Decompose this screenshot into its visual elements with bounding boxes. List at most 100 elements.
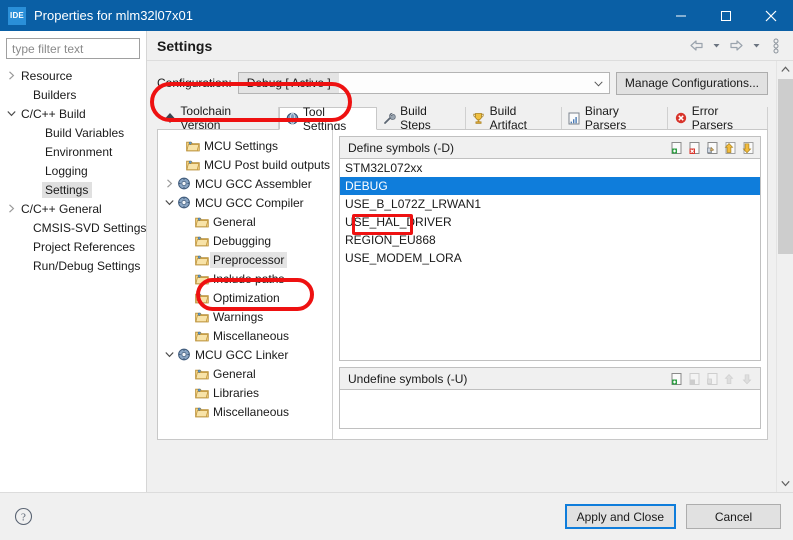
sidebar-item-build-variables[interactable]: Build Variables: [0, 123, 146, 142]
back-arrow-icon[interactable]: [687, 37, 705, 55]
tab-binary-parsers[interactable]: Binary Parsers: [561, 104, 669, 132]
filter-input[interactable]: [6, 38, 140, 59]
tab-build-artifact[interactable]: Build Artifact: [466, 104, 562, 132]
close-button[interactable]: [748, 0, 793, 31]
tool-tree-item-label: MCU GCC Compiler: [195, 195, 304, 210]
list-item[interactable]: STM32L072xx: [340, 159, 760, 177]
list-item[interactable]: USE_MODEM_LORA: [340, 249, 760, 267]
chevron-right-icon[interactable]: [4, 69, 18, 83]
trophy-icon: [472, 111, 485, 125]
scroll-down-button[interactable]: [777, 475, 793, 492]
tab-tool-settings[interactable]: Tool Settings: [278, 104, 377, 133]
back-menu-chevron-down-icon[interactable]: [707, 37, 725, 55]
sidebar-item-run-debug-settings[interactable]: Run/Debug Settings: [0, 256, 146, 275]
add-icon[interactable]: [668, 371, 683, 386]
tab-label: Tool Settings: [302, 104, 347, 133]
tool-tree-item-preprocessor[interactable]: Preprocessor: [158, 250, 332, 269]
folder-icon: [194, 367, 210, 381]
configuration-combo[interactable]: Debug [ Active ]: [237, 72, 610, 94]
settings-navigation-pane: Resource Builders C/C++ Build Build Variabl…: [0, 31, 147, 492]
list-item[interactable]: DEBUG: [340, 177, 760, 195]
sidebar-item-project-references[interactable]: Project References: [0, 237, 146, 256]
define-symbols-list[interactable]: STM32L072xx DEBUG USE_B_L072Z_LRWAN1 USE_HA…: [339, 158, 761, 361]
list-item-label: USE_B_L072Z_LRWAN1: [345, 197, 482, 211]
sidebar-item-label: Build Variables: [45, 125, 125, 140]
tool-tree-item-miscellaneous[interactable]: Miscellaneous: [158, 402, 332, 421]
tool-category-tree: MCU Settings MCU Post build outputs MCU GC…: [158, 130, 333, 439]
diamond-icon: [163, 111, 176, 125]
tool-tree-item-debugging[interactable]: Debugging: [158, 231, 332, 250]
add-icon[interactable]: [668, 140, 683, 155]
help-icon[interactable]: ?: [12, 506, 34, 528]
maximize-button[interactable]: [703, 0, 748, 31]
page-title: Settings: [157, 37, 213, 54]
tool-tree-item-miscellaneous[interactable]: Miscellaneous: [158, 326, 332, 345]
tool-tree-item-general[interactable]: General: [158, 212, 332, 231]
tool-tree-item-general[interactable]: General: [158, 364, 332, 383]
chevron-down-icon[interactable]: [4, 107, 18, 121]
configuration-value: Debug [ Active ]: [238, 73, 339, 93]
move-up-icon[interactable]: [722, 140, 737, 155]
error-icon: [674, 111, 687, 125]
chevron-right-icon[interactable]: [162, 177, 176, 191]
edit-icon[interactable]: [704, 140, 719, 155]
minimize-button[interactable]: [658, 0, 703, 31]
scrollbar-thumb[interactable]: [778, 79, 793, 254]
delete-icon[interactable]: [686, 140, 701, 155]
tab-label: Error Parsers: [691, 104, 734, 132]
undefine-symbols-list[interactable]: [339, 389, 761, 429]
content-vertical-scrollbar[interactable]: [776, 61, 793, 492]
tool-tree-item-mcu-gcc-linker[interactable]: MCU GCC Linker: [158, 345, 332, 364]
tool-tree-item-mcu-post-build-outputs[interactable]: MCU Post build outputs: [158, 155, 332, 174]
cancel-button[interactable]: Cancel: [686, 504, 781, 529]
sidebar-item-builders[interactable]: Builders: [0, 85, 146, 104]
list-item-label: REGION_EU868: [345, 233, 436, 247]
sidebar-item-settings[interactable]: Settings: [0, 180, 146, 199]
sidebar-item-label: Environment: [45, 144, 113, 159]
tool-tree-item-label: Include paths: [213, 271, 285, 286]
sidebar-item-label: Resource: [21, 68, 73, 83]
tool-tree-item-mcu-gcc-compiler[interactable]: MCU GCC Compiler: [158, 193, 332, 212]
sidebar-item-environment[interactable]: Environment: [0, 142, 146, 161]
tool-tree-item-libraries[interactable]: Libraries: [158, 383, 332, 402]
forward-menu-chevron-down-icon[interactable]: [747, 37, 765, 55]
tab-toolchain-version[interactable]: Toolchain Version: [157, 104, 279, 132]
list-item[interactable]: REGION_EU868: [340, 231, 760, 249]
tool-tree-item-include-paths[interactable]: Include paths: [158, 269, 332, 288]
list-item[interactable]: USE_HAL_DRIVER: [340, 213, 760, 231]
folder-icon: [185, 158, 201, 172]
tab-build-steps[interactable]: Build Steps: [376, 104, 467, 132]
window-controls: [658, 0, 793, 31]
sidebar-item-c-c-general[interactable]: C/C++ General: [0, 199, 146, 218]
tool-tree-item-mcu-gcc-assembler[interactable]: MCU GCC Assembler: [158, 174, 332, 193]
forward-arrow-icon[interactable]: [727, 37, 745, 55]
folder-icon: [194, 272, 210, 286]
tool-icon: [176, 348, 192, 362]
sidebar-item-logging[interactable]: Logging: [0, 161, 146, 180]
sidebar-item-resource[interactable]: Resource: [0, 66, 146, 85]
tool-tree-item-mcu-settings[interactable]: MCU Settings: [158, 136, 332, 155]
move-down-icon[interactable]: [740, 140, 755, 155]
list-item[interactable]: USE_B_L072Z_LRWAN1: [340, 195, 760, 213]
tab-error-parsers[interactable]: Error Parsers: [668, 104, 768, 132]
sidebar-item-c-c-build[interactable]: C/C++ Build: [0, 104, 146, 123]
undefine-symbols-title: Undefine symbols (-U): [348, 371, 468, 386]
chevron-right-icon[interactable]: [4, 202, 18, 216]
view-menu-icon[interactable]: [767, 37, 785, 55]
manage-configurations-button[interactable]: Manage Configurations...: [615, 71, 768, 95]
tool-tree-item-warnings[interactable]: Warnings: [158, 307, 332, 326]
chevron-down-icon[interactable]: [162, 196, 176, 210]
tool-tree-item-optimization[interactable]: Optimization: [158, 288, 332, 307]
apply-and-close-button[interactable]: Apply and Close: [564, 504, 676, 529]
sidebar-item-cmsis-svd-settings[interactable]: CMSIS-SVD Settings: [0, 218, 146, 237]
chevron-down-icon[interactable]: [162, 348, 176, 362]
scroll-up-button[interactable]: [777, 61, 793, 78]
